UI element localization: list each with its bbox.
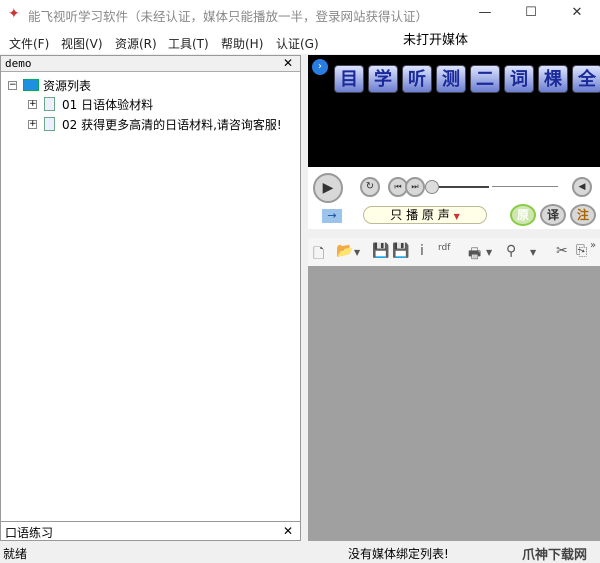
menu-resource[interactable]: 资源(R) bbox=[115, 35, 157, 52]
speaking-practice-panel: 口语练习 ✕ bbox=[0, 521, 301, 541]
volume-bar[interactable] bbox=[492, 186, 558, 187]
chevron-down-icon[interactable]: ▼ bbox=[486, 248, 492, 257]
menu-file[interactable]: 文件(F) bbox=[9, 35, 49, 52]
panel-header: demo ✕ bbox=[1, 56, 300, 72]
tree-item[interactable]: 01 日语体验材料 bbox=[62, 96, 153, 113]
close-button[interactable]: ✕ bbox=[554, 0, 600, 28]
video-button-words[interactable]: 词 bbox=[504, 65, 534, 93]
panel-title: demo bbox=[5, 57, 32, 70]
video-button-lesson[interactable]: 棵 bbox=[538, 65, 568, 93]
collapse-icon[interactable]: − bbox=[8, 81, 17, 90]
info-icon[interactable]: i bbox=[420, 243, 424, 259]
menu-help[interactable]: 帮助(H) bbox=[221, 35, 263, 52]
play-mode-select[interactable]: 只 播 原 声 ▼ bbox=[363, 206, 487, 224]
tree-item[interactable]: 02 获得更多高清的日语材料,请咨询客服! bbox=[62, 116, 282, 133]
panel-close-button[interactable]: ✕ bbox=[283, 56, 293, 70]
expand-icon[interactable]: + bbox=[28, 120, 37, 129]
print-icon[interactable]: 🖶 bbox=[468, 243, 481, 267]
find-icon[interactable]: ⚲ bbox=[506, 243, 516, 259]
monitor-icon bbox=[23, 79, 39, 91]
video-button-test[interactable]: 测 bbox=[436, 65, 466, 93]
expand-icon[interactable]: › bbox=[312, 59, 328, 75]
status-ready: 就绪 bbox=[3, 547, 28, 561]
toolbar: 🗋 📂 ▼ 💾 💾 i rdf 🖶 ▼ ⚲ ▼ ✂ ⎘ » bbox=[308, 238, 600, 266]
translation-button[interactable]: 译 bbox=[540, 204, 566, 226]
save-icon[interactable]: 💾 bbox=[372, 243, 389, 259]
play-mode-label: 只 播 原 声 bbox=[390, 208, 450, 222]
next-button[interactable]: ⏭ bbox=[405, 177, 425, 197]
overflow-icon[interactable]: » bbox=[590, 240, 596, 251]
save-as-icon[interactable]: 💾 bbox=[392, 243, 409, 259]
chevron-down-icon[interactable]: ▼ bbox=[354, 248, 360, 257]
seek-slider-handle[interactable] bbox=[425, 180, 439, 194]
document-icon bbox=[44, 117, 55, 131]
media-title: 未打开媒体 bbox=[403, 33, 469, 48]
volume-icon[interactable]: ◀ bbox=[572, 177, 592, 197]
play-button[interactable]: ▶ bbox=[313, 173, 343, 203]
original-button[interactable]: 原 bbox=[510, 204, 536, 226]
menu-auth[interactable]: 认证(G) bbox=[276, 35, 319, 52]
document-icon bbox=[44, 97, 55, 111]
video-button-listen[interactable]: 听 bbox=[402, 65, 432, 93]
status-bar: 就绪 没有媒体绑定列表! 爪神下载网 bbox=[0, 542, 600, 563]
player-controls: ▶ ↻ ⏮ ⏭ ◀ → 只 播 原 声 ▼ 原 译 注 bbox=[308, 167, 600, 229]
rdf-icon[interactable]: rdf bbox=[438, 243, 450, 253]
notes-button[interactable]: 注 bbox=[570, 204, 596, 226]
video-area[interactable]: › 目 学 听 测 二 词 棵 全 bbox=[308, 55, 600, 167]
dropdown-arrow-icon: ▼ bbox=[453, 212, 460, 221]
status-message: 没有媒体绑定列表! bbox=[348, 547, 449, 561]
app-logo-icon: ✦ bbox=[8, 6, 20, 22]
menu-view[interactable]: 视图(V) bbox=[61, 35, 103, 52]
video-button-learn[interactable]: 学 bbox=[368, 65, 398, 93]
tree-root[interactable]: 资源列表 bbox=[43, 77, 91, 94]
new-file-icon[interactable]: 🗋 bbox=[313, 243, 324, 267]
video-button-two[interactable]: 二 bbox=[470, 65, 500, 93]
cut-icon[interactable]: ✂ bbox=[556, 243, 568, 259]
loop-button[interactable]: ↻ bbox=[360, 177, 380, 197]
chevron-down-icon[interactable]: ▼ bbox=[530, 248, 536, 257]
maximize-button[interactable]: ☐ bbox=[508, 0, 554, 28]
arrow-right-icon[interactable]: → bbox=[322, 209, 342, 223]
open-folder-icon[interactable]: 📂 bbox=[336, 243, 353, 259]
window-title: 能飞视听学习软件（未经认证，媒体只能播放一半，登录网站获得认证） bbox=[28, 9, 429, 24]
title-bar: ✦ 能飞视听学习软件（未经认证，媒体只能播放一半，登录网站获得认证） — ☐ ✕ bbox=[0, 0, 600, 28]
paste-icon[interactable]: ⎘ bbox=[576, 243, 587, 259]
content-area bbox=[308, 266, 600, 541]
watermark: 爪神下载网 bbox=[522, 548, 588, 563]
menu-tools[interactable]: 工具(T) bbox=[168, 35, 209, 52]
seek-bar[interactable] bbox=[439, 186, 489, 188]
video-button-all[interactable]: 全 bbox=[572, 65, 600, 93]
resource-panel: demo ✕ − 资源列表 + 01 日语体验材料 + 02 获得更多高清的日语… bbox=[0, 55, 301, 540]
expand-icon[interactable]: + bbox=[28, 100, 37, 109]
video-button-catalog[interactable]: 目 bbox=[334, 65, 364, 93]
panel-title: 口语练习 bbox=[5, 526, 54, 540]
minimize-button[interactable]: — bbox=[462, 0, 508, 28]
panel-close-button[interactable]: ✕ bbox=[283, 524, 293, 538]
